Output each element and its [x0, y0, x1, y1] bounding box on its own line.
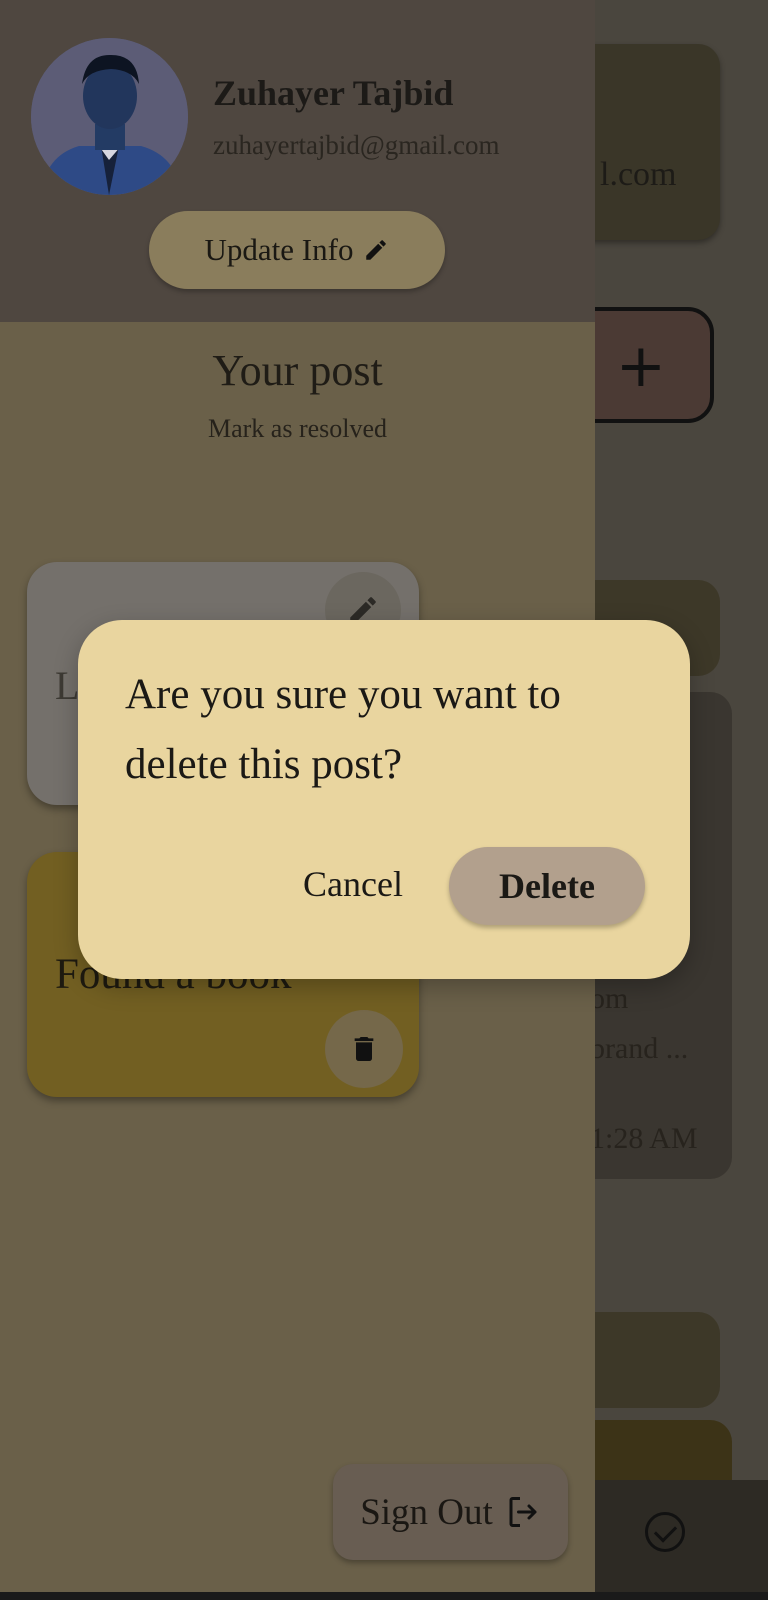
system-nav-bar — [0, 1592, 768, 1600]
pencil-icon — [366, 240, 387, 260]
section-subtitle: Mark as resolved — [207, 414, 388, 443]
background-card-text: brand ... — [590, 1032, 689, 1065]
user-email: zuhayertajbid@gmail.com — [213, 130, 500, 160]
background-email-fragment: l.com — [600, 156, 677, 193]
dialog-message: Are you sure you want to delete this pos… — [125, 671, 561, 788]
user-name: Zuhayer Tajbid — [213, 73, 454, 113]
plus-icon: + — [615, 331, 666, 401]
avatar — [31, 38, 188, 195]
update-info-label: Update Info — [204, 232, 354, 267]
logout-icon — [509, 1497, 537, 1527]
section-title: Your post — [212, 346, 383, 395]
update-info-button[interactable]: Update Info — [149, 211, 445, 289]
delete-post-button[interactable] — [325, 1010, 403, 1088]
drawer-header: Zuhayer Tajbid zuhayertajbid@gmail.com U… — [0, 0, 595, 322]
delete-button[interactable]: Delete — [449, 847, 645, 925]
sign-out-button[interactable]: Sign Out — [333, 1464, 568, 1560]
post-title: L — [55, 663, 80, 708]
background-card-time: 1:28 AM — [590, 1122, 698, 1155]
cancel-button[interactable]: Cancel — [283, 850, 423, 918]
check-circle-icon[interactable] — [645, 1512, 685, 1552]
trash-icon — [354, 1037, 374, 1061]
sign-out-label: Sign Out — [360, 1491, 493, 1533]
confirm-delete-dialog: Are you sure you want to delete this pos… — [78, 620, 690, 979]
person-photo-icon — [31, 38, 188, 195]
background-card-text: om — [590, 982, 629, 1015]
